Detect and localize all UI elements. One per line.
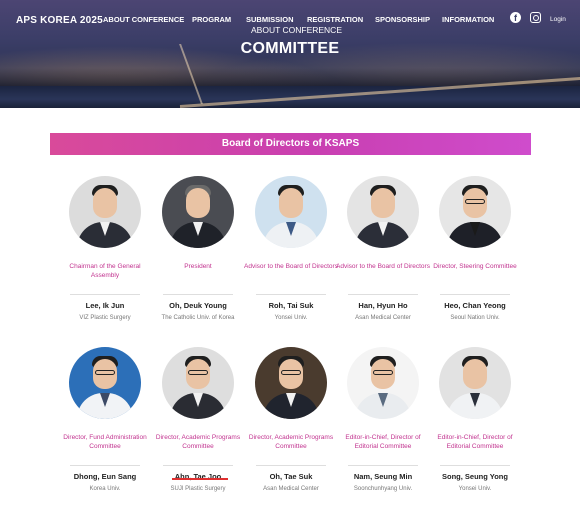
person-name: Ahn, Tae Joo (174, 472, 222, 481)
nav-submission[interactable]: SUBMISSION (246, 15, 294, 24)
hero-banner: APS KOREA 2025 ABOUT CONFERENCE PROGRAM … (0, 0, 580, 108)
person-card: Director, Academic Programs Committee Oh… (243, 347, 339, 493)
instagram-icon[interactable] (530, 12, 541, 23)
person-name: Nam, Seung Min (353, 472, 413, 481)
person-card: Director, Academic Programs Committee Ah… (150, 347, 246, 493)
person-name: Oh, Deuk Young (169, 301, 227, 310)
nav-registration[interactable]: REGISTRATION (307, 15, 363, 24)
person-photo (69, 176, 141, 248)
person-photo (69, 347, 141, 419)
nav-sponsorship[interactable]: SPONSORSHIP (375, 15, 430, 24)
divider (348, 294, 418, 295)
person-role: Editor-in-Chief, Director of Editorial C… (437, 434, 513, 450)
person-role: President (184, 263, 212, 270)
nav-information[interactable]: INFORMATION (442, 15, 494, 24)
person-affiliation: VIZ Plastic Surgery (79, 315, 131, 321)
person-photo (347, 176, 419, 248)
person-photo (439, 347, 511, 419)
person-name: Roh, Tai Suk (268, 301, 314, 310)
person-name: Oh, Tae Suk (269, 472, 313, 481)
person-role: Advisor to the Board of Directors (336, 263, 430, 270)
person-name: Heo, Chan Yeong (444, 301, 506, 310)
person-card: Advisor to the Board of Directors Han, H… (335, 176, 431, 322)
person-card: Director, Fund Administration Committee … (57, 347, 153, 493)
person-affiliation: SUJI Plastic Surgery (170, 486, 226, 492)
person-role: Director, Fund Administration Committee (63, 434, 147, 450)
site-logo[interactable]: APS KOREA 2025 (16, 15, 103, 26)
page-title: COMMITTEE (240, 40, 340, 57)
person-photo (162, 176, 234, 248)
nav-about-conference[interactable]: ABOUT CONFERENCE (103, 15, 184, 24)
person-affiliation: Yonsei Univ. (274, 315, 308, 321)
person-card: Chairman of the General Assembly Lee, Ik… (57, 176, 153, 322)
person-role: Editor-in-Chief, Director of Editorial C… (345, 434, 421, 450)
person-role: Advisor to the Board of Directors (244, 263, 338, 270)
red-underline-annotation (172, 478, 228, 480)
person-card: Editor-in-Chief, Director of Editorial C… (427, 347, 523, 493)
divider (256, 465, 326, 466)
divider (70, 294, 140, 295)
nav-program[interactable]: PROGRAM (192, 15, 231, 24)
person-affiliation: Yonsei Univ. (458, 486, 492, 492)
person-card: Editor-in-Chief, Director of Editorial C… (335, 347, 431, 493)
divider (70, 465, 140, 466)
person-role: Chairman of the General Assembly (69, 263, 141, 279)
person-photo (255, 176, 327, 248)
person-affiliation: Seoul Nation Univ. (450, 315, 500, 321)
person-photo (162, 347, 234, 419)
person-photo (255, 347, 327, 419)
person-card: Director, Steering Committee Heo, Chan Y… (427, 176, 523, 322)
person-role: Director, Steering Committee (433, 263, 517, 270)
section-title: Board of Directors of KSAPS (50, 133, 531, 155)
facebook-icon[interactable]: f (510, 12, 521, 23)
divider (163, 294, 233, 295)
person-role: Director, Academic Programs Committee (155, 434, 241, 450)
divider (440, 294, 510, 295)
person-affiliation: Asan Medical Center (355, 315, 411, 321)
person-affiliation: Asan Medical Center (263, 486, 319, 492)
person-affiliation: Korea Univ. (89, 486, 121, 492)
nav-dropdown-about-conference[interactable]: ABOUT CONFERENCE (251, 25, 342, 35)
divider (440, 465, 510, 466)
divider (348, 465, 418, 466)
person-name: Lee, Ik Jun (85, 301, 125, 310)
person-name: Dhong, Eun Sang (73, 472, 137, 481)
login-link[interactable]: Login (550, 16, 566, 23)
person-photo (439, 176, 511, 248)
person-affiliation: The Catholic Univ. of Korea (161, 315, 235, 321)
divider (163, 465, 233, 466)
person-photo (347, 347, 419, 419)
divider (256, 294, 326, 295)
person-affiliation: Soonchunhyang Univ. (353, 486, 413, 492)
person-name: Han, Hyun Ho (358, 301, 408, 310)
person-name: Song, Seung Yong (442, 472, 508, 481)
person-card: President Oh, Deuk Young The Catholic Un… (150, 176, 246, 322)
person-card: Advisor to the Board of Directors Roh, T… (243, 176, 339, 322)
person-role: Director, Academic Programs Committee (248, 434, 334, 450)
